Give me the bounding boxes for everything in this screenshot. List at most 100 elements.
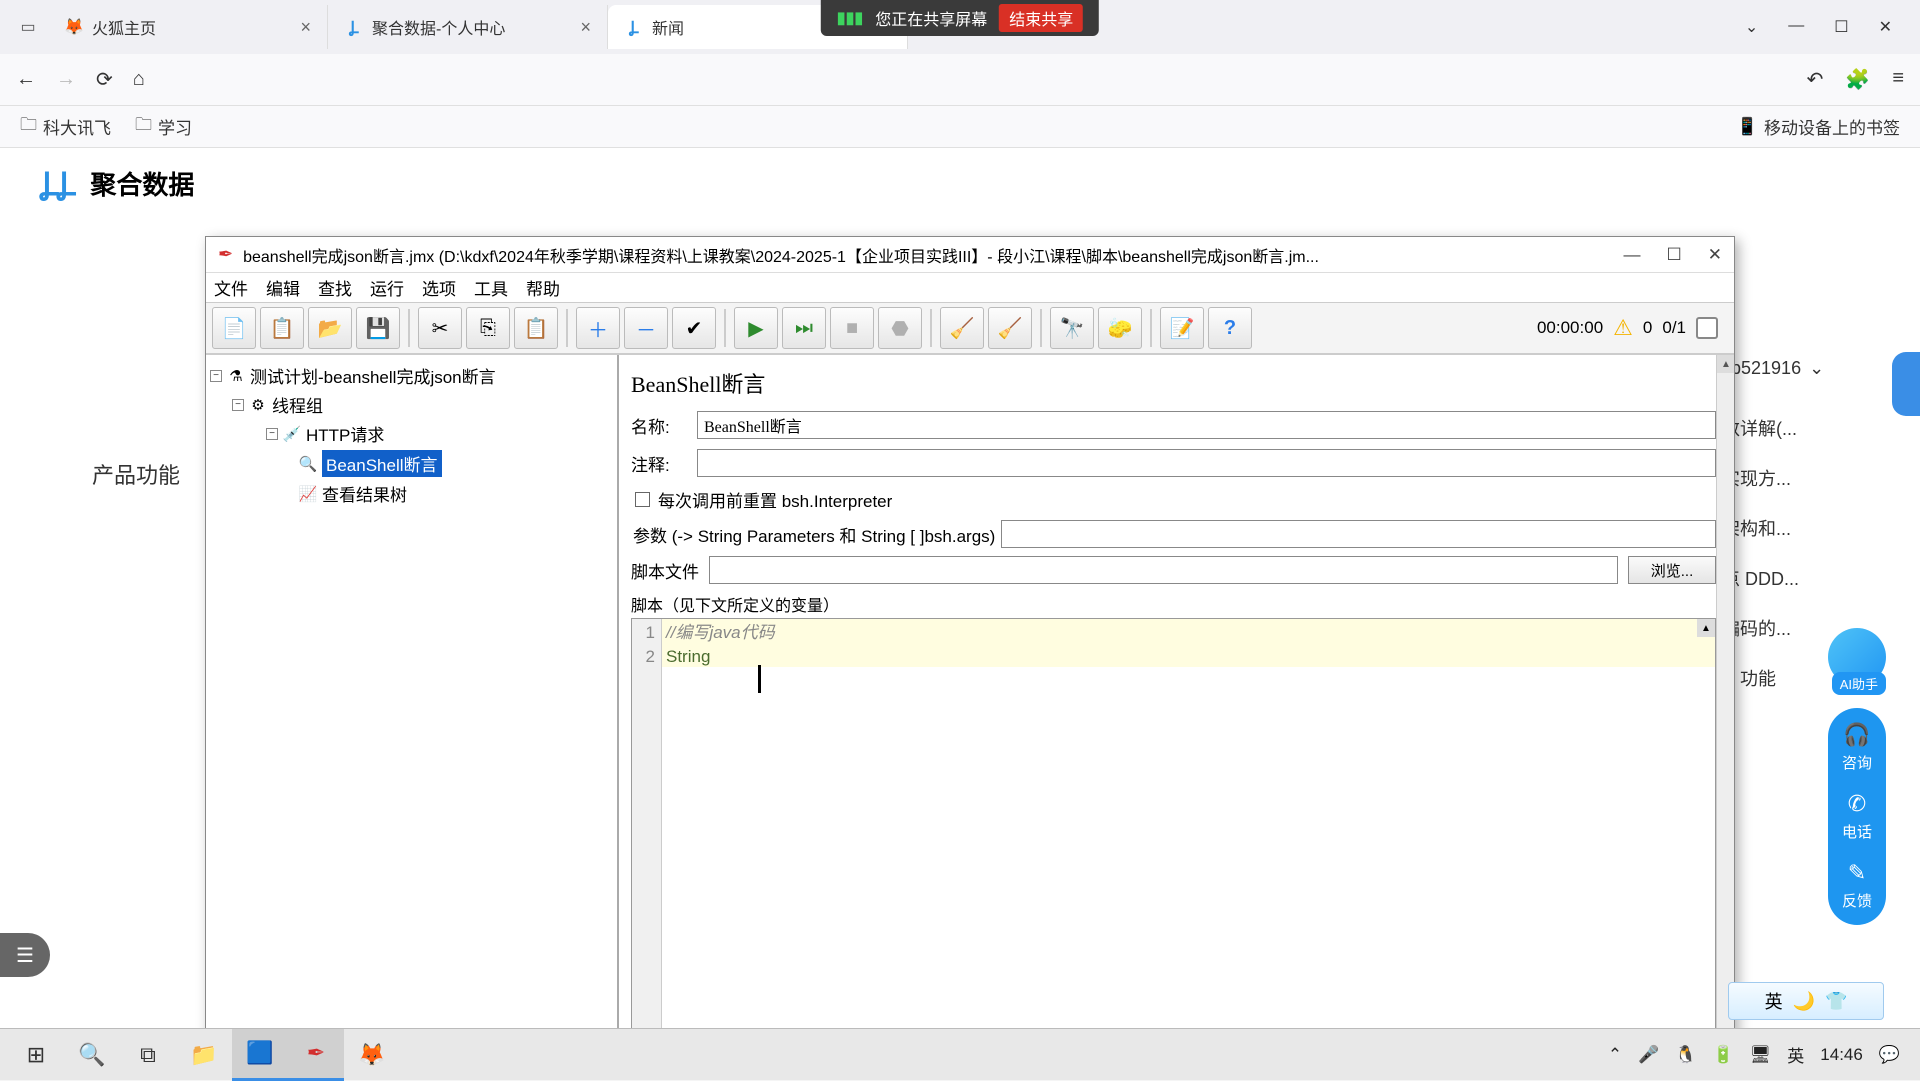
tree-thread-group[interactable]: − ⚙ 线程组 (210, 390, 613, 419)
tree-beanshell-assertion[interactable]: 🔍 BeanShell断言 (210, 448, 613, 479)
clear-button[interactable]: 🧹 (940, 307, 984, 349)
forward-icon[interactable]: → (56, 68, 76, 91)
menu-options[interactable]: 选项 (422, 275, 456, 300)
tray-notifications-icon[interactable]: 💬 (1879, 1045, 1900, 1065)
collapse-button[interactable]: － (624, 307, 668, 349)
script-file-input[interactable] (709, 556, 1618, 584)
app-button[interactable]: 🟦 (232, 1029, 288, 1081)
start-no-pause-button[interactable]: ⏭ (782, 307, 826, 349)
collapse-icon[interactable]: − (266, 428, 278, 440)
bookmark-mobile[interactable]: 📱 移动设备上的书签 (1737, 114, 1900, 139)
parameters-input[interactable] (1001, 520, 1716, 548)
user-badge[interactable]: sp521916 ⌄ (1722, 358, 1872, 379)
help-button[interactable]: ? (1208, 307, 1252, 349)
tray-chevron-icon[interactable]: ⌃ (1608, 1045, 1622, 1065)
shutdown-button[interactable]: ⬣ (878, 307, 922, 349)
paste-button[interactable]: 📋 (514, 307, 558, 349)
warning-icon[interactable]: ⚠ (1613, 315, 1633, 341)
tray-network-icon[interactable]: 🖥 (1750, 1045, 1772, 1065)
editor-scroll-up-icon[interactable]: ▲ (1697, 619, 1715, 637)
start-button[interactable]: ⊞ (8, 1029, 64, 1081)
tray-clock[interactable]: 14:46 (1820, 1045, 1863, 1065)
maximize-icon[interactable]: ☐ (1834, 17, 1848, 37)
tree-http-request[interactable]: − 💉 HTTP请求 (210, 419, 613, 448)
toc-item[interactable]: 点 DDD... (1722, 553, 1872, 603)
close-icon[interactable]: ✕ (1879, 17, 1892, 37)
end-share-button[interactable]: 结束共享 (999, 4, 1083, 32)
cut-button[interactable]: ✂ (418, 307, 462, 349)
firefox-taskbar-button[interactable]: 🦊 (344, 1029, 400, 1081)
templates-button[interactable]: 📋 (260, 307, 304, 349)
home-icon[interactable]: ⌂ (133, 68, 145, 91)
code-lines[interactable]: //编写java代码 String (662, 619, 1715, 1074)
toc-item[interactable]: 架构和... (1722, 503, 1872, 553)
copy-button[interactable]: ⎘ (466, 307, 510, 349)
minimize-icon[interactable]: — (1788, 17, 1804, 37)
close-icon[interactable]: ✕ (1708, 245, 1722, 265)
collapse-icon[interactable]: − (232, 399, 244, 411)
tab-firefox-home[interactable]: 🦊 火狐主页 × (48, 5, 328, 49)
tray-ime[interactable]: 英 (1787, 1042, 1804, 1067)
comment-input[interactable] (697, 449, 1716, 477)
jmeter-titlebar[interactable]: ✒ beanshell完成json断言.jmx (D:\kdxf\2024年秋季… (206, 237, 1734, 273)
reset-interpreter-row[interactable]: 每次调用前重置 bsh.Interpreter (631, 487, 1716, 512)
script-editor[interactable]: 12 //编写java代码 String ▲ (631, 618, 1716, 1075)
close-icon[interactable]: × (580, 17, 591, 38)
open-button[interactable]: 📂 (308, 307, 352, 349)
back-icon[interactable]: ← (16, 68, 36, 91)
tab-list-button[interactable]: ▭ (8, 7, 48, 47)
tree-test-plan[interactable]: − ⚗ 测试计划-beanshell完成json断言 (210, 361, 613, 390)
save-button[interactable]: 💾 (356, 307, 400, 349)
ime-indicator[interactable]: 英 🌙 👕 (1728, 982, 1884, 1020)
clear-all-button[interactable]: 🧹 (988, 307, 1032, 349)
task-view-button[interactable]: ⧉ (120, 1029, 176, 1081)
browse-button[interactable]: 浏览... (1628, 556, 1716, 584)
search-button[interactable]: 🔍 (64, 1029, 120, 1081)
collapse-icon[interactable]: − (210, 370, 222, 382)
tray-mic-icon[interactable]: 🎤 (1638, 1045, 1659, 1065)
menu-run[interactable]: 运行 (370, 275, 404, 300)
menu-file[interactable]: 文件 (214, 275, 248, 300)
tray-battery-icon[interactable]: 🔋 (1713, 1045, 1734, 1065)
tab-juhe[interactable]: Ⳗ 聚合数据-个人中心 × (328, 5, 608, 49)
checkbox[interactable] (635, 492, 650, 507)
side-handle[interactable] (1892, 352, 1920, 416)
menu-tools[interactable]: 工具 (474, 275, 508, 300)
bookmark-kedaxunfei[interactable]: 🗀 科大讯飞 (20, 112, 111, 141)
explorer-button[interactable]: 📁 (176, 1029, 232, 1081)
reload-icon[interactable]: ⟳ (96, 67, 113, 92)
test-plan-tree[interactable]: − ⚗ 测试计划-beanshell完成json断言 − ⚙ 线程组 − 💉 H… (206, 355, 619, 1080)
extension-icon[interactable]: 🧩 (1845, 67, 1870, 92)
maximize-icon[interactable]: ☐ (1667, 245, 1682, 265)
jmeter-taskbar-button[interactable]: ✒ (288, 1029, 344, 1081)
menu-help[interactable]: 帮助 (526, 275, 560, 300)
minimize-icon[interactable]: — (1624, 245, 1641, 265)
function-helper-button[interactable]: 📝 (1160, 307, 1204, 349)
feedback-button[interactable]: ✎ 反馈 (1842, 860, 1872, 911)
stop-button[interactable]: ■ (830, 307, 874, 349)
reset-search-button[interactable]: 🧽 (1098, 307, 1142, 349)
toc-toggle[interactable]: ☰ (0, 933, 50, 977)
search-button[interactable]: 🔭 (1050, 307, 1094, 349)
toc-item[interactable]: 实现方... (1722, 453, 1872, 503)
scroll-up-icon[interactable]: ▲ (1717, 355, 1734, 373)
close-icon[interactable]: × (300, 17, 311, 38)
toc-item[interactable]: 数详解(... (1722, 403, 1872, 453)
phone-button[interactable]: ✆ 电话 (1842, 791, 1872, 842)
consult-button[interactable]: 🎧 咨询 (1842, 722, 1872, 773)
menu-search[interactable]: 查找 (318, 275, 352, 300)
new-button[interactable]: 📄 (212, 307, 256, 349)
menu-edit[interactable]: 编辑 (266, 275, 300, 300)
tabs-dropdown-icon[interactable]: ⌄ (1745, 17, 1758, 37)
undo-icon[interactable]: ↶ (1807, 67, 1824, 92)
menu-icon[interactable]: ≡ (1892, 67, 1904, 92)
editor-blank[interactable] (662, 667, 1715, 1074)
tray-qq-icon[interactable]: 🐧 (1675, 1045, 1696, 1065)
vertical-scrollbar[interactable]: ▲ ▼ (1716, 355, 1734, 1080)
expand-button[interactable]: ＋ (576, 307, 620, 349)
name-input[interactable] (697, 411, 1716, 439)
start-button[interactable]: ▶ (734, 307, 778, 349)
tree-result-tree[interactable]: 📈 查看结果树 (210, 479, 613, 508)
bookmark-study[interactable]: 🗀 学习 (135, 112, 192, 141)
toggle-button[interactable]: ✔ (672, 307, 716, 349)
